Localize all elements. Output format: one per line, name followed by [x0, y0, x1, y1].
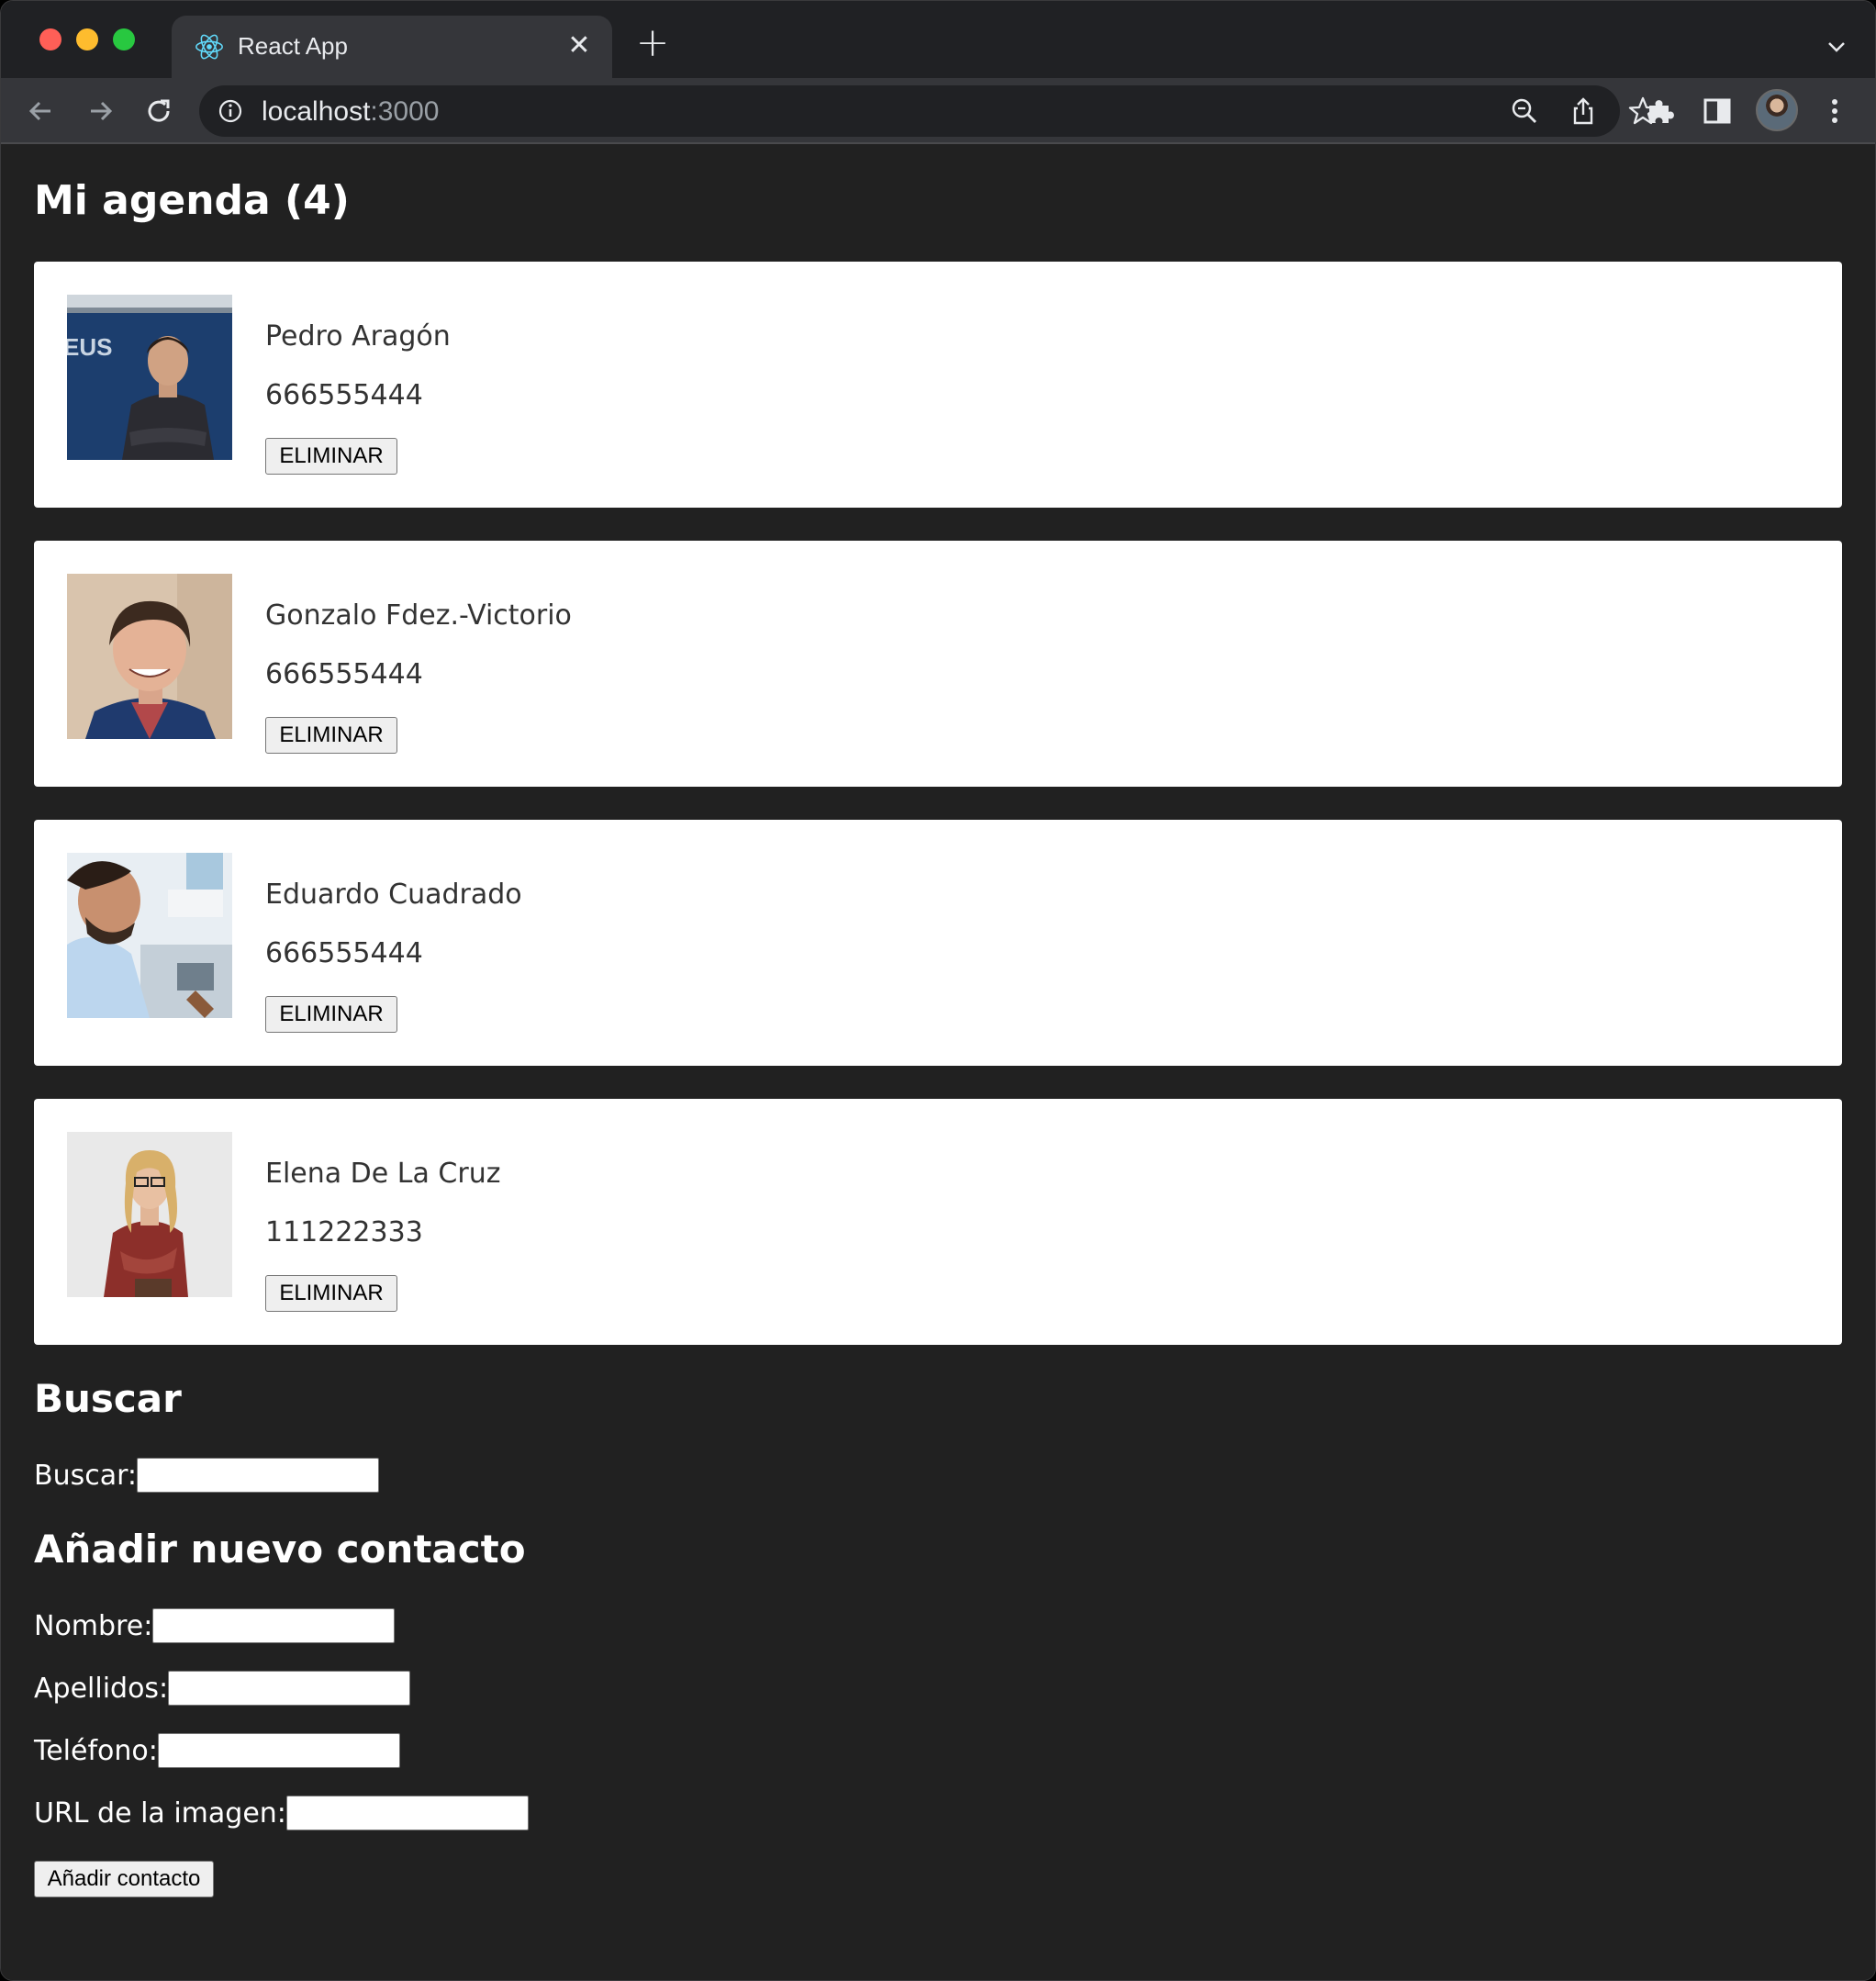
- contact-phone: 666555444: [265, 658, 423, 690]
- search-label: Buscar:: [34, 1459, 138, 1492]
- contact-phone: 666555444: [265, 379, 423, 411]
- close-tab-icon[interactable]: ✕: [563, 29, 596, 62]
- search-input[interactable]: [137, 1458, 380, 1493]
- contact-phone: 666555444: [265, 937, 423, 969]
- delete-contact-button[interactable]: ELIMINAR: [265, 1275, 397, 1312]
- telefono-label: Teléfono:: [34, 1734, 158, 1767]
- contact-name: Gonzalo Fdez.-Victorio: [265, 599, 572, 632]
- contact-name: Pedro Aragón: [265, 320, 451, 353]
- contact-photo: [67, 574, 232, 739]
- forward-arrow-icon[interactable]: [82, 93, 118, 129]
- apellidos-input[interactable]: [168, 1671, 411, 1706]
- contact-photo: [67, 1132, 232, 1297]
- new-tab-icon[interactable]: +: [634, 23, 671, 63]
- svg-text:EUS: EUS: [67, 333, 112, 361]
- delete-contact-button[interactable]: ELIMINAR: [265, 438, 397, 475]
- url-text: localhost:3000: [262, 96, 440, 127]
- browser-toolbar: localhost:3000: [1, 78, 1875, 144]
- reload-icon[interactable]: [140, 93, 177, 129]
- nombre-row: Nombre:: [34, 1607, 396, 1644]
- add-contact-button[interactable]: Añadir contacto: [34, 1861, 214, 1897]
- contact-name: Eduardo Cuadrado: [265, 879, 522, 911]
- maximize-window-button[interactable]: [113, 28, 135, 50]
- tab-strip: React App ✕ +: [1, 1, 1875, 78]
- minimize-window-button[interactable]: [76, 28, 98, 50]
- close-window-button[interactable]: [39, 28, 61, 50]
- image-url-row: URL de la imagen:: [34, 1795, 529, 1831]
- contact-card: Gonzalo Fdez.-Victorio 666555444 ELIMINA…: [34, 541, 1842, 787]
- zoom-icon[interactable]: [1510, 96, 1539, 126]
- address-bar[interactable]: localhost:3000: [199, 85, 1658, 137]
- search-heading: Buscar: [34, 1376, 182, 1421]
- side-panel-icon[interactable]: [1699, 93, 1736, 129]
- image-url-label: URL de la imagen:: [34, 1796, 286, 1830]
- telefono-input[interactable]: [157, 1733, 400, 1768]
- contact-name: Elena De La Cruz: [265, 1158, 501, 1190]
- browser-window: React App ✕ + localhost:3000 Mi agenda (…: [0, 0, 1876, 1981]
- contact-card: EUS Pedro Aragón 666555444 ELIMINAR: [34, 262, 1842, 508]
- browser-tab[interactable]: React App ✕: [172, 16, 612, 78]
- apellidos-row: Apellidos:: [34, 1670, 411, 1707]
- contact-card: Eduardo Cuadrado 666555444 ELIMINAR: [34, 820, 1842, 1066]
- extensions-puzzle-icon[interactable]: [1642, 93, 1679, 129]
- profile-avatar[interactable]: [1756, 89, 1798, 131]
- nombre-input[interactable]: [152, 1608, 396, 1643]
- share-icon[interactable]: [1569, 96, 1598, 126]
- delete-contact-button[interactable]: ELIMINAR: [265, 717, 397, 754]
- react-icon: [195, 34, 223, 60]
- contact-card: Elena De La Cruz 111222333 ELIMINAR: [34, 1099, 1842, 1345]
- telefono-row: Teléfono:: [34, 1732, 400, 1769]
- image-url-input[interactable]: [285, 1796, 529, 1830]
- apellidos-label: Apellidos:: [34, 1672, 169, 1705]
- add-contact-heading: Añadir nuevo contacto: [34, 1527, 526, 1572]
- info-icon[interactable]: [218, 98, 243, 124]
- delete-contact-button[interactable]: ELIMINAR: [265, 996, 397, 1033]
- back-arrow-icon[interactable]: [23, 93, 60, 129]
- contact-photo: EUS: [67, 295, 232, 460]
- contact-photo: [67, 853, 232, 1018]
- page-content: Mi agenda (4) EUS Pedro Aragón 666555444: [1, 146, 1875, 1980]
- search-row: Buscar:: [34, 1457, 380, 1494]
- kebab-menu-icon[interactable]: [1816, 93, 1853, 129]
- chevron-down-icon[interactable]: [1826, 36, 1848, 58]
- nombre-label: Nombre:: [34, 1609, 153, 1642]
- page-title: Mi agenda (4): [34, 177, 350, 224]
- contact-phone: 111222333: [265, 1216, 423, 1248]
- tab-title: React App: [238, 32, 348, 60]
